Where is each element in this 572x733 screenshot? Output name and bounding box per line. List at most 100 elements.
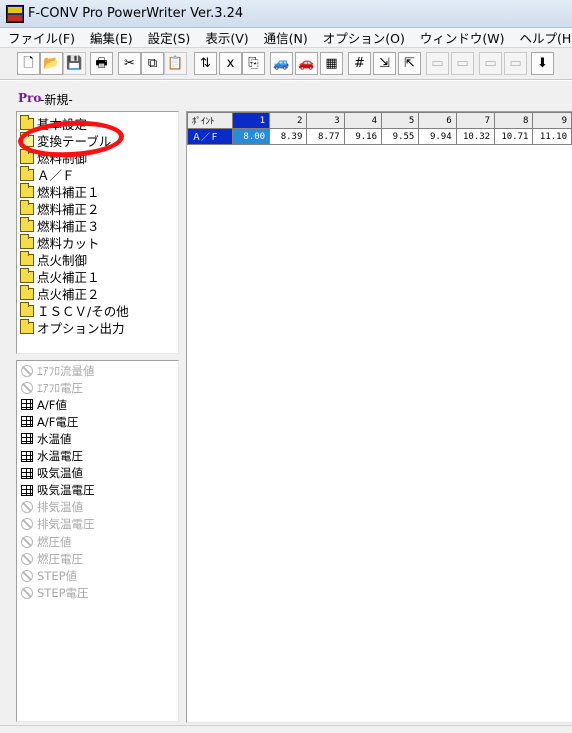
xk-calc-button[interactable]: ⅹ [219,52,242,75]
sensor-item[interactable]: 吸気温電圧 [21,482,95,499]
sensor-item-label: 燃圧電圧 [37,551,83,566]
menu-item-2[interactable]: 設定(S) [140,28,198,47]
sensor-item[interactable]: STEP値 [21,567,77,584]
table-cell[interactable]: 8.77 [306,128,345,145]
tree-item[interactable]: 点火補正２ [20,284,100,302]
sensor-item[interactable]: A/F電圧 [21,413,78,430]
sensor-item[interactable]: STEP電圧 [21,584,89,601]
table-cell[interactable]: 10.71 [494,128,534,145]
set-table-button[interactable]: ⇅ [194,52,217,75]
menu-item-4[interactable]: 通信(N) [256,28,315,47]
save-button[interactable]: 💾 [63,52,86,75]
table-cell[interactable]: 9.16 [343,128,383,145]
download-button[interactable]: ⬇ [531,52,554,75]
sensor-item[interactable]: 水温値 [21,430,72,447]
sensor-item[interactable]: 燃圧値 [21,533,72,550]
menu-bar: ファイル(F) 編集(E) 設定(S) 表示(V) 通信(N) オプション(O) ウィンドウ… [0,28,572,48]
disabled-icon [21,535,33,548]
table-cell[interactable]: 9.55 [381,128,420,145]
tree-item[interactable]: 燃料カット [20,233,100,251]
sensor-item[interactable]: ｴｱﾌﾛ流量値 [21,362,95,379]
row-header-af[interactable]: Ａ／Ｆ [187,128,233,145]
read-ecu-button[interactable]: ⇱ [398,52,421,75]
table-cell[interactable]: 11.10 [532,128,572,145]
tree-item[interactable]: オプション出力 [20,318,125,336]
tree-item[interactable]: 燃料補正２ [20,199,100,217]
sensor-item[interactable]: 燃圧電圧 [21,550,83,567]
column-header[interactable]: 8 [494,112,534,129]
tree-item[interactable]: Ａ／Ｆ [20,165,75,183]
tree-item[interactable]: 点火補正１ [20,267,100,285]
column-header[interactable]: 4 [343,112,383,129]
tree-item[interactable]: 点火制御 [20,250,87,268]
menu-item-0[interactable]: ファイル(F) [0,28,82,47]
device-a-button[interactable]: ▭ [426,52,449,75]
menu-item-7[interactable]: ヘルプ(H) [511,28,572,47]
paste-button[interactable]: 📋 [164,52,187,75]
tree-item[interactable]: 燃料補正３ [20,216,100,234]
table-copy-icon: ⎘ [248,56,259,71]
table-header-row: ﾎﾟｲﾝﾄ 1 2 3 4 5 6 7 8 9 [187,112,572,129]
column-header[interactable]: 9 [532,112,572,129]
menu-item-3[interactable]: 表示(V) [197,28,255,47]
cut-button[interactable]: ✂ [118,52,141,75]
device-b-button[interactable]: ▭ [451,52,474,75]
disabled-icon [21,501,33,514]
sensor-item-label: ｴｱﾌﾛ流量値 [37,363,95,378]
grid-icon [21,416,33,428]
toolbar: 🗋 📂 💾 🖶 ✂ ⧉ 📋 ⇅ ⅹ ⎘ 🚙 🚗 ▦ # ⇲ ⇱ ▭ ▭ ▭ ▭ ⬇ [0,48,572,80]
menu-item-6[interactable]: ウィンドウ(W) [412,28,512,47]
column-header[interactable]: 7 [455,112,496,129]
device-d-button[interactable]: ▭ [504,52,527,75]
grid-button[interactable]: # [348,52,371,75]
sensor-item[interactable]: ｴｱﾌﾛ電圧 [21,379,83,396]
column-header[interactable]: 1 [231,112,271,129]
save-icon: 💾 [66,56,83,71]
table-cell[interactable]: 8.00 [231,128,271,145]
folder-icon [20,216,34,232]
sensor-item-label: A/F値 [37,397,67,412]
column-header[interactable]: 3 [306,112,345,129]
sensor-item-label: 吸気温値 [37,466,83,481]
tree-item[interactable]: ＩＳＣＶ/その他 [20,301,129,319]
disabled-icon [21,552,33,565]
copy-icon: ⧉ [147,56,158,71]
sensor-list: ｴｱﾌﾛ流量値 ｴｱﾌﾛ電圧 A/F値 A/F電圧 水温値 水温電圧 吸気温値 吸気温電圧 排気… [16,360,179,722]
table-cell[interactable]: 8.39 [269,128,308,145]
car-red-button[interactable]: 🚗 [295,52,318,75]
table-cell[interactable]: 10.32 [455,128,496,145]
sensor-item-label: STEP電圧 [37,585,89,600]
tree-item[interactable]: 燃料補正１ [20,182,100,200]
grid-icon: # [354,56,365,71]
download-icon: ⬇ [537,56,548,71]
sensor-item-label: ｴｱﾌﾛ電圧 [37,380,83,395]
car-blue-button[interactable]: 🚙 [270,52,293,75]
sensor-item[interactable]: 排気温電圧 [21,516,95,533]
menu-item-5[interactable]: オプション(O) [315,28,412,47]
write-ecu-icon: ⇲ [379,56,390,71]
sensor-item[interactable]: 吸気温値 [21,465,83,482]
table-copy-button[interactable]: ⎘ [242,52,265,75]
disabled-icon [21,364,33,377]
column-header[interactable]: 5 [381,112,420,129]
menu-item-1[interactable]: 編集(E) [82,28,140,47]
monitor-button[interactable]: ▦ [320,52,343,75]
folder-icon [20,250,34,266]
sensor-item-label: 排気温値 [37,500,83,515]
write-ecu-button[interactable]: ⇲ [373,52,396,75]
copy-button[interactable]: ⧉ [141,52,164,75]
sensor-item[interactable]: A/F値 [21,396,67,413]
device-c-icon: ▭ [484,56,497,71]
sensor-item[interactable]: 水温電圧 [21,448,83,465]
open-folder-button[interactable]: 📂 [40,52,63,75]
cut-icon: ✂ [124,56,135,71]
column-header[interactable]: 2 [269,112,308,129]
table-cell[interactable]: 9.94 [418,128,457,145]
device-c-button[interactable]: ▭ [479,52,502,75]
tree-item-label: オプション出力 [37,321,125,336]
sensor-item[interactable]: 排気温値 [21,499,83,516]
data-table-area: ﾎﾟｲﾝﾄ 1 2 3 4 5 6 7 8 9 Ａ／Ｆ 8.00 8.39 8.77 9.16 9.55 9.9… [186,111,572,723]
print-button[interactable]: 🖶 [90,52,113,75]
new-file-button[interactable]: 🗋 [17,52,40,75]
column-header[interactable]: 6 [418,112,457,129]
